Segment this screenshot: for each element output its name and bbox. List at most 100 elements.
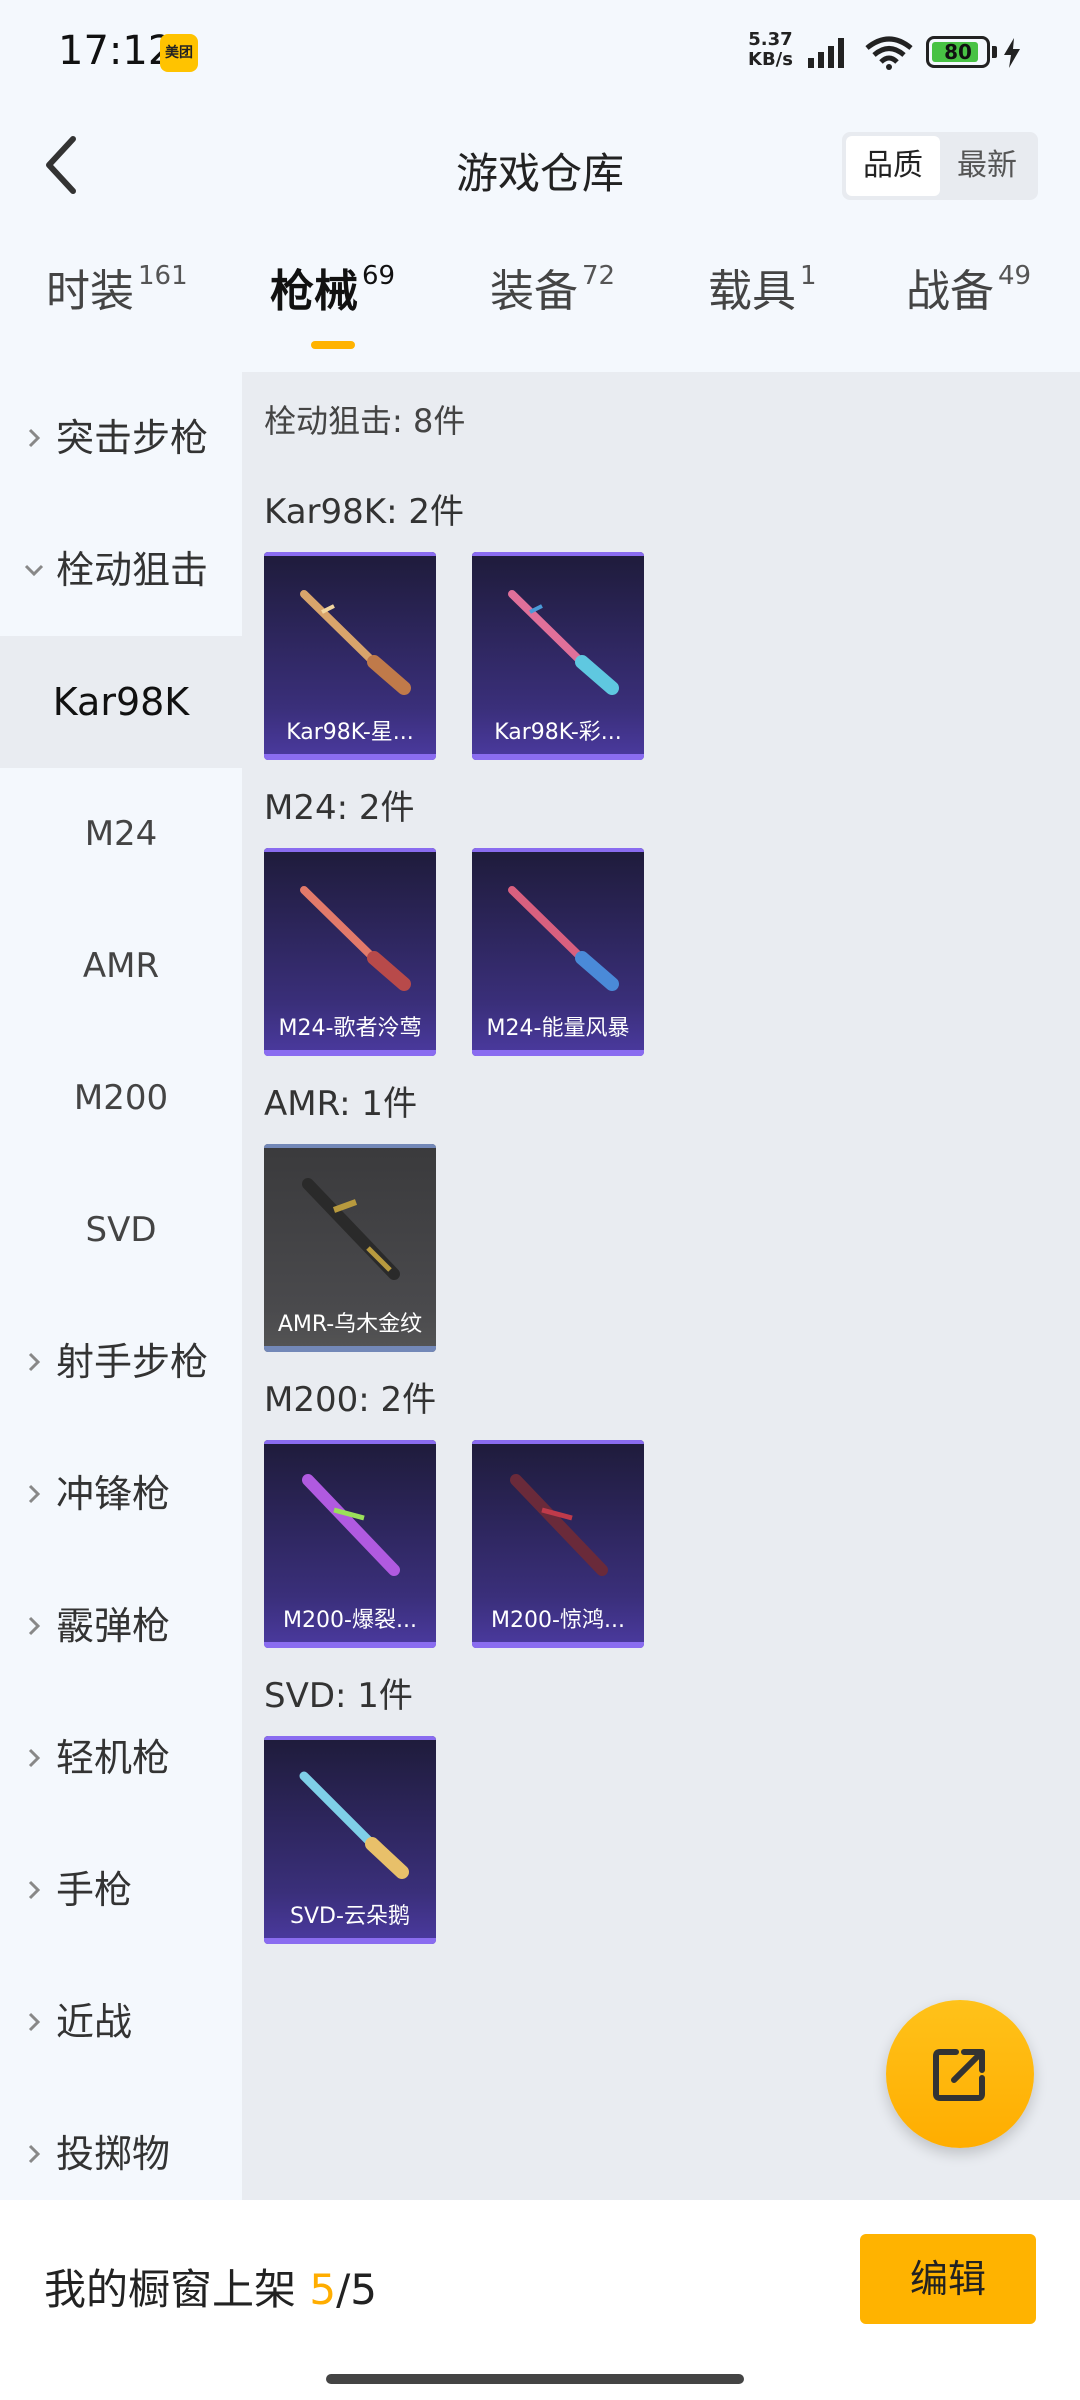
sidebar-item-marksman-rifle[interactable]: 射手步枪 (0, 1296, 242, 1428)
sidebar-item-label: 突击步枪 (56, 416, 209, 460)
weapon-name: Kar98K-星... (286, 720, 414, 745)
share-icon (933, 2049, 985, 2101)
rifle-skin-image (302, 1178, 400, 1280)
weapon-card[interactable]: Kar98K-星... (264, 552, 436, 760)
weapon-name: M200-爆裂... (283, 1608, 417, 1633)
weapon-card[interactable]: M200-爆裂... (264, 1440, 436, 1648)
weapon-card[interactable]: Kar98K-彩... (472, 552, 644, 760)
sidebar-item-label: 手枪 (56, 1868, 133, 1912)
tab-label: 枪械 (270, 266, 358, 317)
rifle-skin-image (508, 886, 619, 991)
network-speed: 5.37 KB/s (748, 30, 793, 70)
sidebar-item-label: 射手步枪 (56, 1340, 209, 1384)
tab-count: 72 (582, 261, 616, 291)
tab-label: 时装 (46, 266, 134, 317)
header: 游戏仓库 品质 最新 (0, 110, 1080, 220)
showcase-status: 我的橱窗上架 5/5 (44, 2256, 377, 2317)
tab-label: 装备 (490, 266, 578, 317)
tab-vehicles[interactable]: 载具 1 (708, 255, 817, 355)
sidebar-item-shotgun[interactable]: 霰弹枪 (0, 1560, 242, 1692)
chevron-right-icon (28, 2012, 41, 2032)
group-title-kar98k: Kar98K: 2件 (264, 492, 464, 532)
status-bar: 17:12 美团 5.37 KB/s 80 (0, 0, 1080, 110)
chevron-right-icon (28, 1616, 41, 1636)
showcase-total: /5 (336, 2265, 377, 2314)
weapon-content-panel: 栓动狙击: 8件 Kar98K: 2件 Kar98K-星... Kar98K-彩… (242, 372, 1080, 2200)
sidebar-item-pistol[interactable]: 手枪 (0, 1824, 242, 1956)
sidebar-item-lmg[interactable]: 轻机枪 (0, 1692, 242, 1824)
chevron-right-icon (28, 1484, 41, 1504)
sidebar-item-label: 轻机枪 (56, 1736, 171, 1780)
rifle-skin-image (508, 590, 619, 695)
home-indicator[interactable] (326, 2374, 744, 2384)
signal-icon (808, 38, 844, 68)
sidebar-item-bolt-sniper[interactable]: 栓动狙击 (0, 504, 242, 636)
chevron-down-icon (24, 564, 44, 577)
share-button[interactable] (886, 2000, 1034, 2148)
tab-count: 49 (998, 261, 1032, 291)
rifle-skin-image (299, 1771, 409, 1879)
status-time: 17:12 (58, 28, 174, 74)
weapon-card[interactable]: M24-能量风暴 (472, 848, 644, 1056)
tab-count: 1 (800, 261, 817, 291)
sidebar-item-melee[interactable]: 近战 (0, 1956, 242, 2088)
sort-toggle: 品质 最新 (842, 132, 1038, 200)
tab-fashion[interactable]: 时装 161 (46, 255, 188, 355)
bottom-bar: 我的橱窗上架 5/5 编辑 (0, 2200, 1080, 2400)
weapon-name: AMR-乌木金纹 (277, 1312, 423, 1337)
weapon-name: Kar98K-彩... (494, 720, 622, 745)
tab-combat-gear[interactable]: 战备 49 (906, 255, 1031, 355)
sidebar-sub-amr[interactable]: AMR (0, 900, 242, 1032)
weapon-card[interactable]: SVD-云朵鹅 (264, 1736, 436, 1944)
charging-icon (1004, 38, 1020, 68)
sidebar-sub-kar98k[interactable]: Kar98K (0, 636, 242, 768)
network-speed-value: 5.37 (748, 29, 793, 50)
weapon-category-sidebar: 突击步枪 栓动狙击 Kar98K M24 AMR M200 SVD 射手步枪 冲… (0, 372, 242, 2200)
tab-equipment[interactable]: 装备 72 (490, 255, 615, 355)
tab-firearms[interactable]: 枪械 69 (270, 255, 395, 355)
weapon-name: M24-能量风暴 (486, 1016, 630, 1041)
sidebar-item-label: 冲锋枪 (56, 1472, 171, 1516)
weapon-name: M200-惊鸿... (491, 1608, 625, 1633)
chevron-right-icon (28, 1748, 41, 1768)
network-speed-unit: KB/s (748, 49, 793, 70)
rifle-skin-image (300, 590, 411, 695)
showcase-current: 5 (309, 2265, 337, 2314)
group-title-amr: AMR: 1件 (264, 1084, 418, 1124)
rifle-skin-image (510, 1474, 608, 1576)
tab-label: 载具 (708, 266, 796, 317)
weapon-name: M24-歌者泠莺 (278, 1016, 422, 1041)
weapon-card[interactable]: M200-惊鸿... (472, 1440, 644, 1648)
sidebar-item-smg[interactable]: 冲锋枪 (0, 1428, 242, 1560)
sort-latest-option[interactable]: 最新 (940, 136, 1034, 196)
sidebar-item-assault-rifle[interactable]: 突击步枪 (0, 372, 242, 504)
sidebar-item-label: 栓动狙击 (56, 548, 209, 592)
sidebar-sub-svd[interactable]: SVD (0, 1164, 242, 1296)
wifi-icon (865, 36, 913, 70)
chevron-right-icon (28, 428, 41, 448)
weapon-card[interactable]: M24-歌者泠莺 (264, 848, 436, 1056)
battery-level: 80 (944, 40, 972, 64)
tab-label: 战备 (906, 266, 994, 317)
rifle-skin-image (300, 886, 411, 991)
battery-icon: 80 (926, 36, 990, 68)
rifle-skin-image (302, 1474, 400, 1576)
weapon-card[interactable]: AMR-乌木金纹 (264, 1144, 436, 1352)
category-summary: 栓动狙击: 8件 (264, 402, 466, 440)
sort-quality-option[interactable]: 品质 (846, 136, 940, 196)
tab-count: 69 (362, 261, 396, 291)
sidebar-sub-m200[interactable]: M200 (0, 1032, 242, 1164)
meituan-app-icon: 美团 (160, 34, 198, 72)
edit-button[interactable]: 编辑 (860, 2234, 1036, 2324)
sidebar-item-label: 近战 (56, 2000, 133, 2044)
group-title-m200: M200: 2件 (264, 1380, 437, 1420)
chevron-right-icon (28, 2144, 41, 2164)
tab-active-indicator (310, 341, 355, 349)
tab-count: 161 (138, 261, 188, 291)
chevron-right-icon (28, 1352, 41, 1372)
chevron-right-icon (28, 1880, 41, 1900)
showcase-label: 我的橱窗上架 (44, 2265, 297, 2314)
sidebar-sub-m24[interactable]: M24 (0, 768, 242, 900)
weapon-name: SVD-云朵鹅 (290, 1904, 410, 1929)
category-tabs: 时装 161 枪械 69 装备 72 载具 1 战备 49 (0, 255, 1080, 355)
